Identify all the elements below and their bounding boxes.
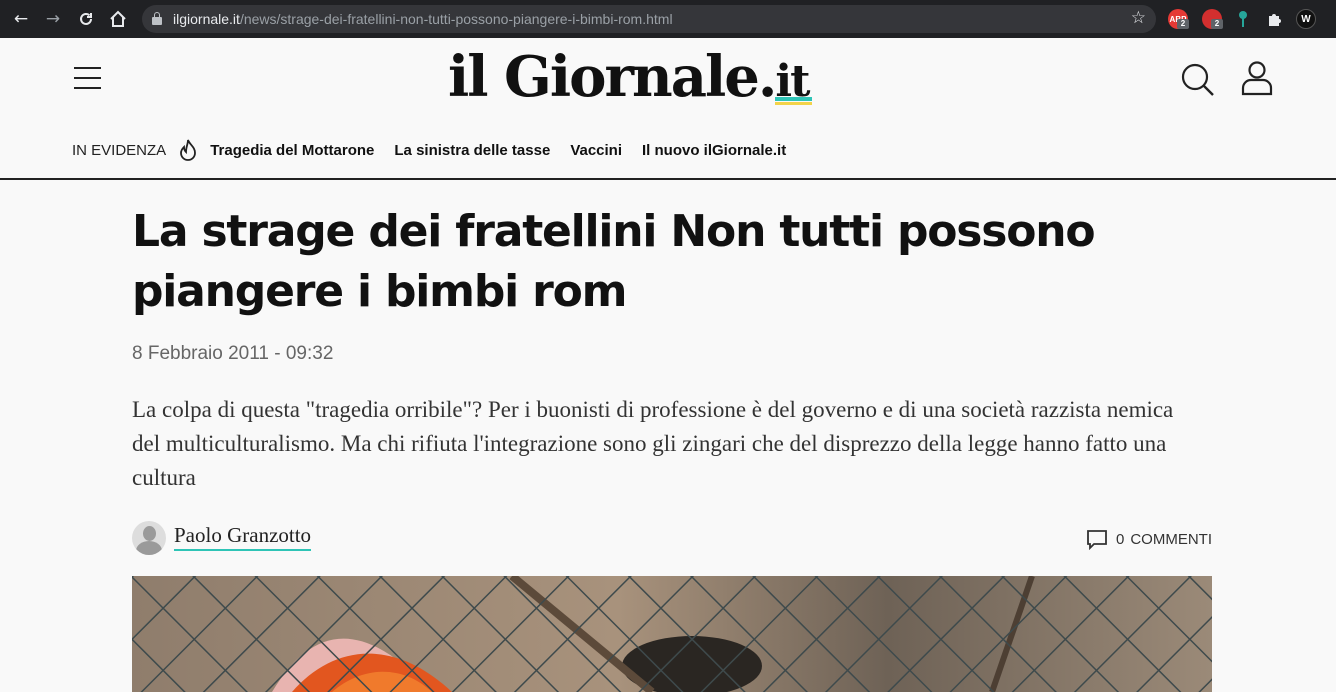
user-icon[interactable] [1240, 60, 1274, 96]
address-bar[interactable]: ilgiornale.it/news/strage-dei-fratellini… [142, 5, 1156, 33]
flame-icon [180, 139, 197, 161]
browser-toolbar: ← → ilgiornale.it/news/strage-dei-fratel… [0, 0, 1336, 38]
home-icon[interactable] [106, 7, 130, 31]
menu-icon[interactable] [74, 67, 102, 89]
search-icon[interactable] [1180, 62, 1216, 98]
author-link[interactable]: Paolo Granzotto [174, 523, 312, 551]
evidenza-link-mottarone[interactable]: Tragedia del Mottarone [210, 142, 374, 159]
key-extension-icon[interactable] [1233, 9, 1253, 29]
wp-extension-icon[interactable]: W [1296, 9, 1316, 29]
comments-count: 0 [1115, 530, 1125, 548]
evidenza-link-nuovo[interactable]: Il nuovo ilGiornale.it [642, 142, 786, 159]
privacy-extension-icon[interactable]: 2 [1202, 9, 1223, 29]
site-logo[interactable]: il Giornale.it [448, 44, 813, 110]
article-summary: La colpa di questa "tragedia orribile"? … [132, 397, 1174, 490]
evidenza-link-vaccini[interactable]: Vaccini [570, 142, 622, 159]
in-evidenza-label: IN EVIDENZA [72, 141, 167, 159]
back-icon[interactable]: ← [9, 7, 33, 31]
article-photo [132, 576, 1212, 692]
abp-extension-icon[interactable]: ABP2 [1168, 9, 1189, 29]
bookmark-star-icon[interactable]: ☆ [1131, 8, 1146, 28]
comments-link[interactable]: 0 COMMENTI [1086, 528, 1212, 550]
article-title: La strage dei fratellini Non tutti posso… [132, 206, 1096, 317]
article-date: 8 Febbraio 2011 - 09:32 [132, 343, 334, 364]
lock-icon [152, 12, 162, 25]
author-avatar[interactable] [132, 521, 166, 555]
reload-icon[interactable] [74, 7, 98, 31]
in-evidenza-bar: IN EVIDENZA Tragedia del Mottarone La si… [72, 139, 806, 161]
extensions-puzzle-icon[interactable] [1264, 9, 1284, 29]
comment-icon [1087, 530, 1107, 550]
evidenza-link-tasse[interactable]: La sinistra delle tasse [394, 142, 550, 159]
forward-icon[interactable]: → [41, 7, 65, 31]
url-text: ilgiornale.it/news/strage-dei-fratellini… [173, 11, 673, 27]
extension-badge: 2 [1177, 19, 1189, 29]
extension-badge: 2 [1211, 19, 1223, 29]
comments-label: COMMENTI [1130, 530, 1212, 548]
site-header: il Giornale.it IN EVIDENZA Tragedia del … [0, 38, 1336, 180]
